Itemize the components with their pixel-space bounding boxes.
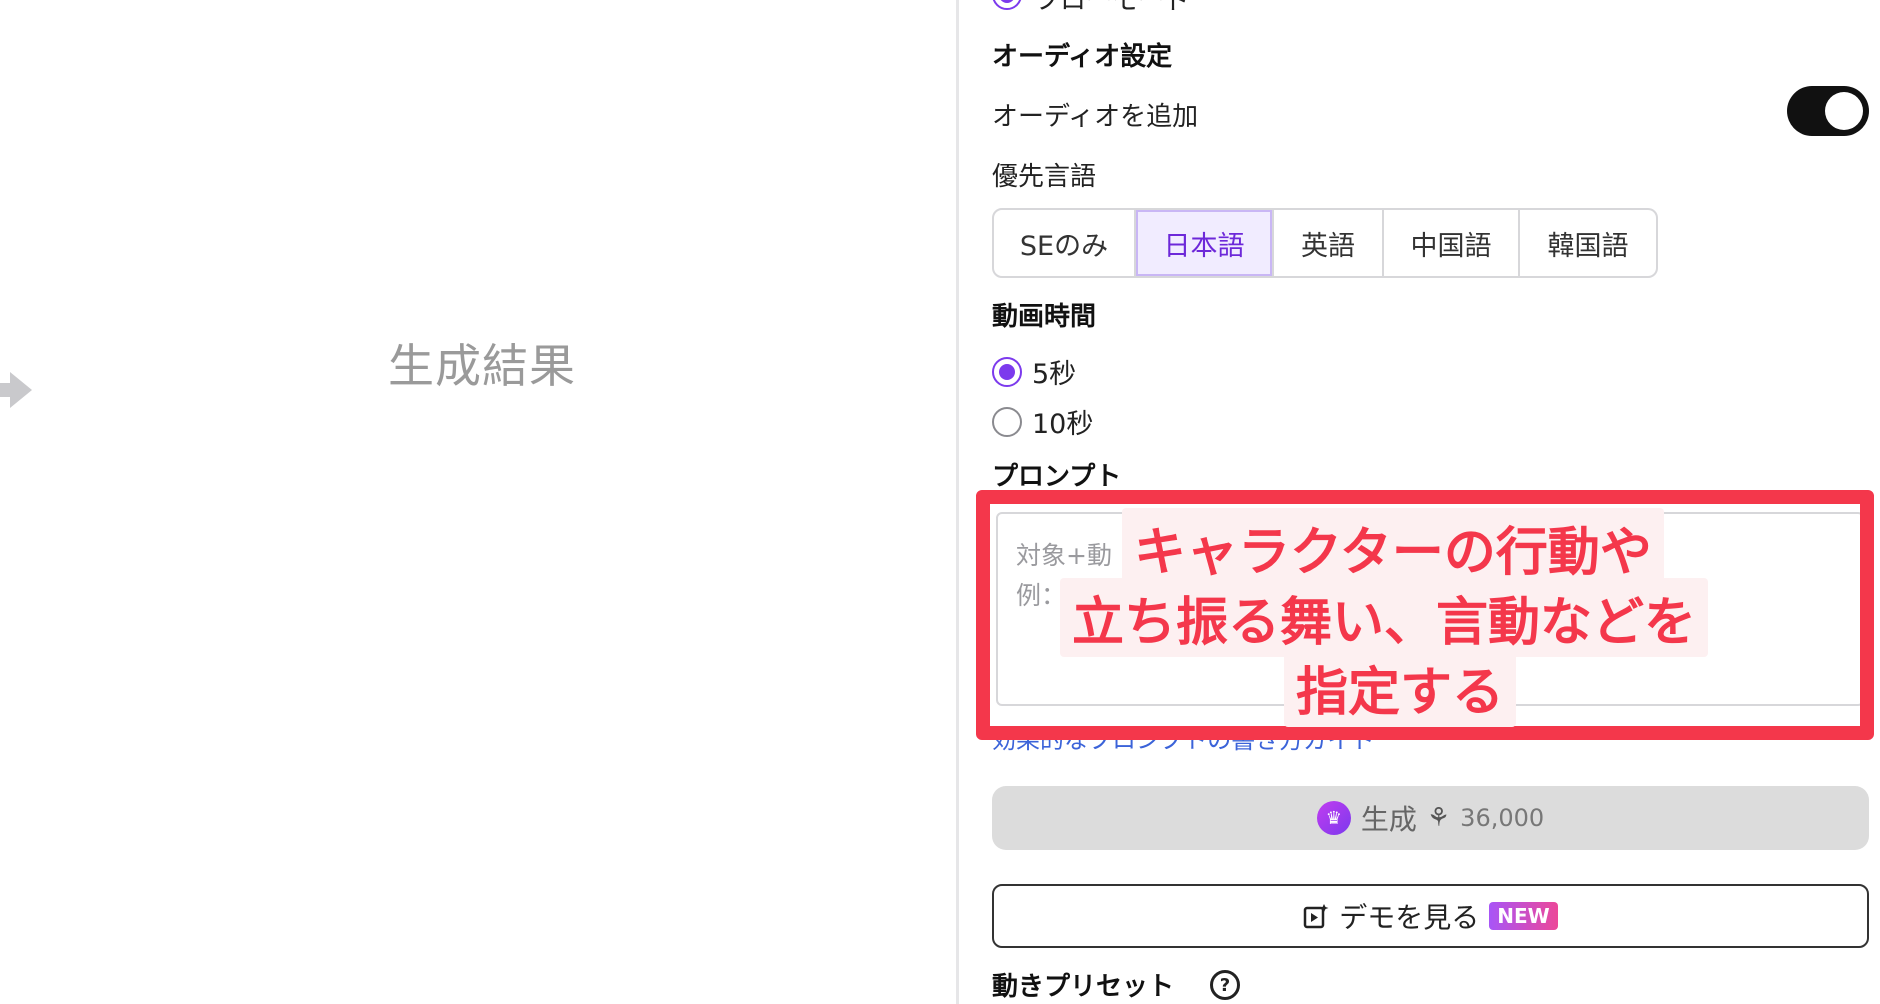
flow-mode-radio[interactable] [992, 0, 1022, 10]
duration-radio-5s[interactable] [992, 356, 1022, 387]
annotation-line-2: 立ち振る舞い、言動などを [1060, 578, 1709, 657]
credit-cost: 36,000 [1460, 804, 1545, 832]
credit-icon: ⚘ [1426, 803, 1451, 833]
generate-label: 生成 [1360, 803, 1417, 836]
duration-option-5s[interactable]: 5秒 [992, 352, 1076, 391]
add-audio-toggle[interactable] [1787, 86, 1869, 136]
pane-divider[interactable] [956, 0, 959, 1004]
duration-label-10s: 10秒 [1032, 409, 1094, 440]
motion-preset-title: 動きプリセット [992, 972, 1175, 1002]
flow-mode-label: フローモード [1034, 0, 1191, 16]
language-option-korean[interactable]: 韓国語 [1520, 210, 1656, 276]
language-selector: SEのみ 日本語 英語 中国語 韓国語 [992, 208, 1658, 278]
language-option-japanese[interactable]: 日本語 [1136, 210, 1274, 276]
language-option-se-only[interactable]: SEのみ [994, 210, 1136, 276]
duration-section-title: 動画時間 [992, 302, 1097, 332]
language-option-english[interactable]: 英語 [1274, 210, 1384, 276]
annotation-line-3: 指定する [1284, 648, 1517, 727]
duration-radio-10s[interactable] [992, 406, 1022, 437]
watch-demo-button[interactable]: デモを見る NEW [992, 884, 1869, 948]
new-badge: NEW [1489, 902, 1558, 930]
watch-demo-label: デモを見る [1339, 901, 1480, 934]
toggle-knob [1825, 92, 1863, 130]
preferred-language-label: 優先言語 [992, 162, 1097, 192]
crown-icon: ♛ [1316, 801, 1351, 835]
language-option-chinese[interactable]: 中国語 [1384, 210, 1520, 276]
add-audio-label: オーディオを追加 [992, 102, 1199, 132]
annotation-line-1: キャラクターの行動や [1122, 508, 1664, 587]
result-placeholder-label: 生成結果 [388, 339, 576, 393]
help-icon[interactable]: ? [1210, 970, 1240, 1000]
audio-section-title: オーディオ設定 [992, 42, 1173, 72]
settings-panel: フローモード オーディオ設定 オーディオを追加 優先言語 SEのみ 日本語 英語… [976, 0, 1874, 1004]
video-sparkle-icon [1304, 904, 1329, 929]
generate-button[interactable]: ♛ 生成 ⚘ 36,000 [992, 786, 1869, 850]
result-pane: 生成結果 [0, 0, 956, 1004]
arrow-right-icon [0, 372, 32, 408]
prompt-section-title: プロンプト [992, 462, 1122, 492]
duration-label-5s: 5秒 [1032, 359, 1077, 390]
duration-option-10s[interactable]: 10秒 [992, 402, 1093, 441]
